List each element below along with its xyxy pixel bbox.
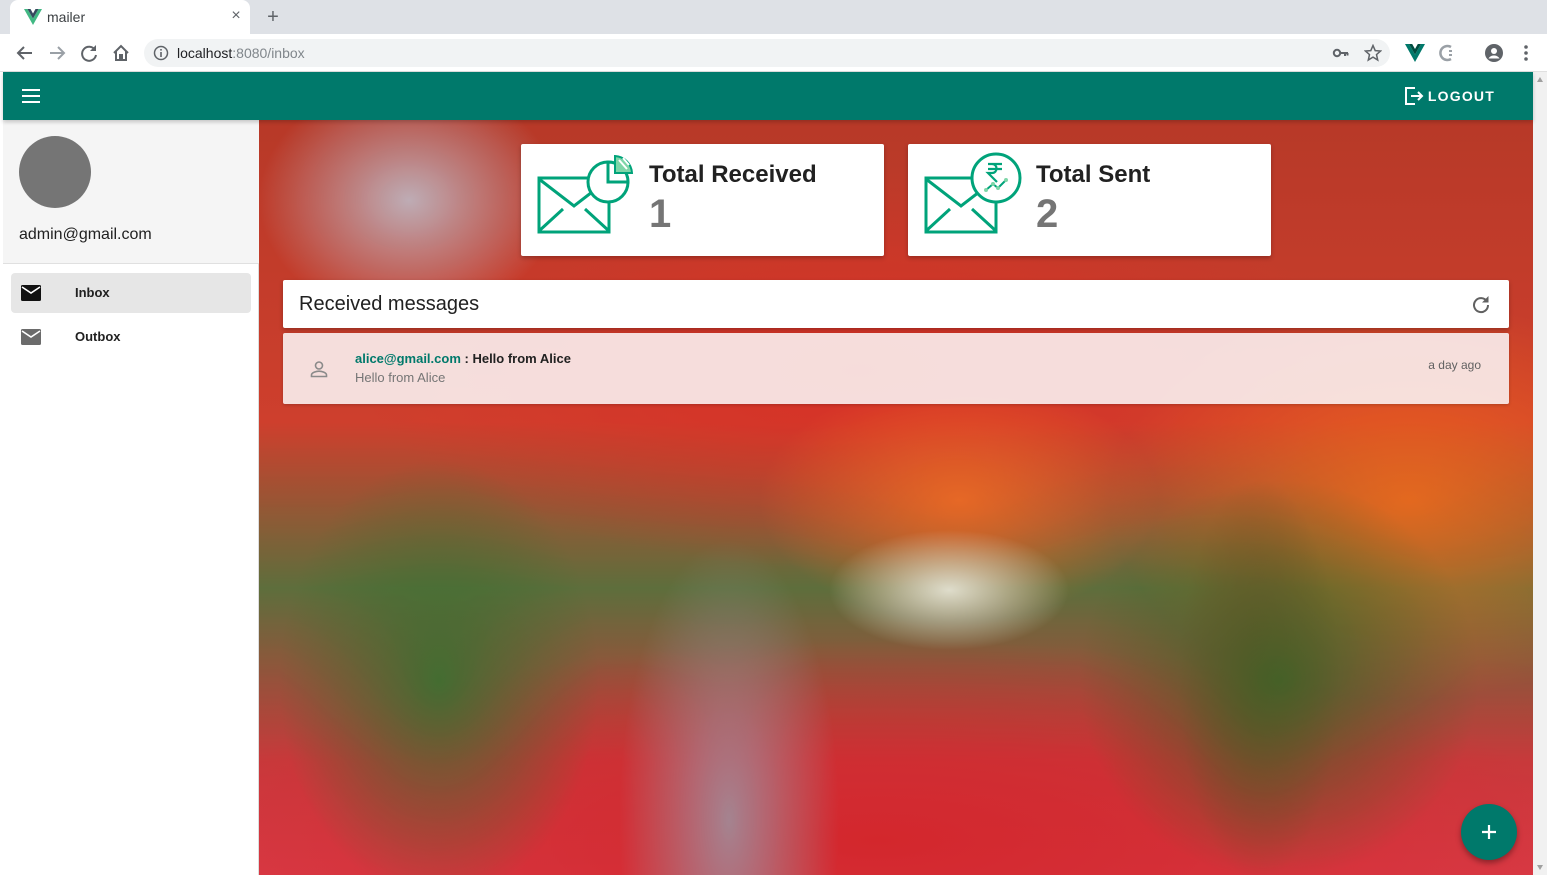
new-tab-button[interactable]: + bbox=[262, 5, 284, 29]
background-image bbox=[259, 120, 1533, 875]
page-scrollbar[interactable] bbox=[1533, 72, 1547, 875]
received-stats-icon bbox=[537, 154, 634, 234]
stat-value: 2 bbox=[1036, 192, 1059, 236]
stat-card-sent: Total Sent 2 bbox=[908, 144, 1271, 256]
vue-favicon-icon bbox=[24, 9, 42, 25]
messages-title: Received messages bbox=[299, 293, 480, 315]
scroll-down-icon[interactable] bbox=[1536, 863, 1544, 871]
key-icon[interactable] bbox=[1332, 44, 1350, 62]
app-bar: LOGOUT bbox=[3, 72, 1533, 120]
stat-value: 1 bbox=[649, 192, 672, 236]
tab-close-button[interactable]: × bbox=[228, 7, 244, 25]
messages-header: Received messages bbox=[283, 280, 1509, 328]
message-separator: : bbox=[460, 351, 473, 366]
vue-devtools-icon[interactable] bbox=[1405, 43, 1425, 63]
browser-tab[interactable]: mailer × bbox=[10, 0, 250, 34]
info-icon[interactable] bbox=[153, 45, 169, 61]
stat-title: Total Received bbox=[649, 161, 817, 188]
logout-icon bbox=[1404, 87, 1424, 105]
more-icon[interactable] bbox=[1516, 43, 1536, 63]
mail-icon bbox=[21, 329, 41, 345]
refresh-icon[interactable] bbox=[1471, 294, 1491, 314]
avatar bbox=[19, 136, 91, 208]
sidebar-item-inbox[interactable]: Inbox bbox=[11, 273, 251, 313]
browser-tab-bar: mailer × + bbox=[0, 0, 1547, 34]
stat-title: Total Sent bbox=[1036, 161, 1151, 188]
person-icon bbox=[310, 361, 328, 378]
browser-toolbar: localhost:8080/inbox bbox=[0, 34, 1547, 72]
account-icon[interactable] bbox=[1484, 43, 1504, 63]
compose-button[interactable] bbox=[1461, 804, 1517, 860]
message-sender: alice@gmail.com bbox=[355, 351, 461, 366]
home-icon[interactable] bbox=[110, 42, 132, 64]
star-icon[interactable] bbox=[1364, 44, 1382, 62]
list-item[interactable]: alice@gmail.com : Hello from Alice Hello… bbox=[283, 333, 1509, 404]
sidebar-item-outbox[interactable]: Outbox bbox=[11, 317, 251, 357]
logout-button[interactable]: LOGOUT bbox=[1404, 84, 1495, 108]
url-host: localhost bbox=[177, 45, 233, 61]
message-time: a day ago bbox=[1428, 358, 1481, 372]
hamburger-menu-icon[interactable] bbox=[21, 87, 41, 105]
extension-icon[interactable] bbox=[1437, 43, 1457, 63]
forward-icon[interactable] bbox=[46, 42, 68, 64]
stat-card-received: Total Received 1 bbox=[521, 144, 884, 256]
tab-title: mailer bbox=[47, 9, 86, 25]
message-subject: Hello from Alice bbox=[472, 351, 571, 366]
sidebar-item-label: Inbox bbox=[75, 285, 110, 300]
sent-stats-icon bbox=[924, 152, 1022, 234]
message-preview: Hello from Alice bbox=[355, 370, 446, 385]
address-bar[interactable]: localhost:8080/inbox bbox=[144, 39, 1390, 67]
url-text: localhost:8080/inbox bbox=[177, 45, 305, 61]
logout-label: LOGOUT bbox=[1427, 88, 1495, 104]
sidebar-item-label: Outbox bbox=[75, 329, 121, 344]
reload-icon[interactable] bbox=[78, 42, 100, 64]
profile-email: admin@gmail.com bbox=[19, 226, 152, 243]
url-path: :8080/inbox bbox=[232, 45, 305, 61]
profile-section: admin@gmail.com bbox=[3, 120, 259, 264]
back-icon[interactable] bbox=[14, 42, 36, 64]
navigation-drawer: admin@gmail.com Inbox Outbox bbox=[3, 120, 259, 875]
plus-icon bbox=[1482, 825, 1496, 839]
mail-icon bbox=[21, 285, 41, 301]
message-summary: alice@gmail.com : Hello from Alice bbox=[355, 351, 571, 366]
scroll-up-icon[interactable] bbox=[1536, 76, 1544, 84]
